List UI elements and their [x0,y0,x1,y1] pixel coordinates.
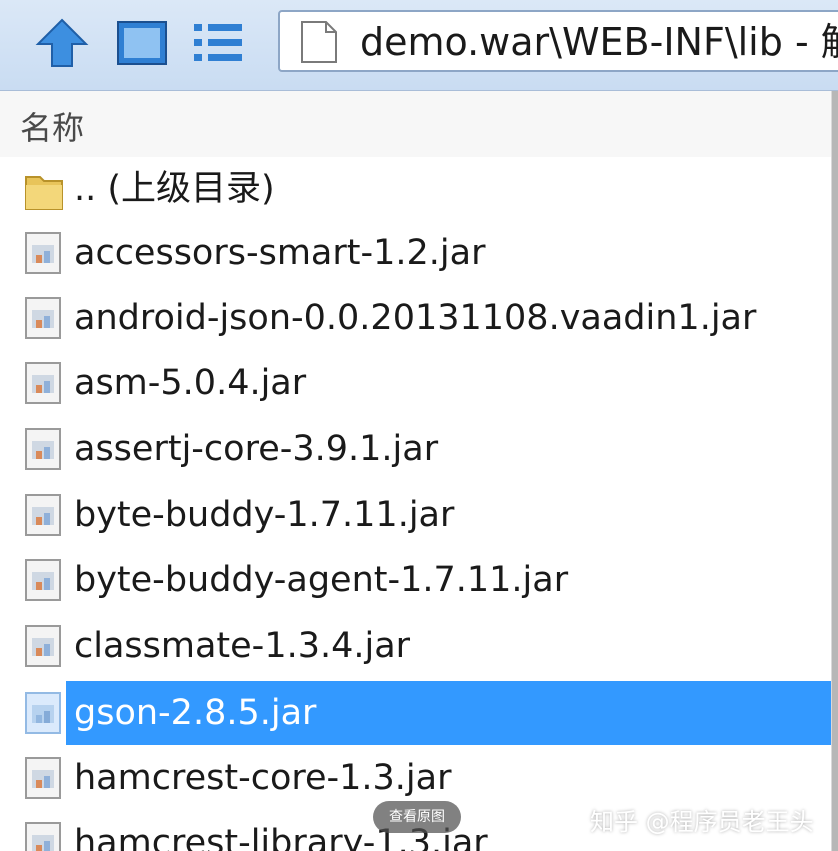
list-item-label: classmate-1.3.4.jar [74,626,411,666]
jar-file-icon [25,625,61,667]
window-view-icon[interactable] [112,14,172,72]
folder-icon [25,176,63,210]
jar-file-icon [25,692,61,734]
list-item-label: accessors-smart-1.2.jar [74,233,486,273]
jar-file-icon [25,559,61,601]
jar-file-icon [25,232,61,274]
list-view-icon[interactable] [188,14,248,72]
column-header-label: 名称 [20,109,85,147]
list-item-label: byte-buddy-1.7.11.jar [74,495,455,535]
jar-file-icon [25,362,61,404]
list-item-label: gson-2.8.5.jar [74,693,317,733]
list-item[interactable]: accessors-smart-1.2.jar [0,221,832,285]
toolbar: demo.war\WEB-INF\lib - 解 [0,0,838,91]
list-item-label: byte-buddy-agent-1.7.11.jar [74,560,569,600]
jar-file-icon [25,822,61,851]
list-item[interactable]: android-json-0.0.20131108.vaadin1.jar [0,286,832,350]
list-item[interactable]: assertj-core-3.9.1.jar [0,417,832,481]
jar-file-icon [25,428,61,470]
list-item-label: assertj-core-3.9.1.jar [74,429,439,469]
file-list: 名称 .. (上级目录) accessors-smart-1.2.jar and… [0,91,832,851]
document-icon [301,21,337,63]
list-item[interactable]: asm-5.0.4.jar [0,351,832,415]
list-item[interactable]: classmate-1.3.4.jar [0,614,832,678]
jar-file-icon [25,494,61,536]
up-arrow-icon[interactable] [32,14,92,72]
address-path: demo.war\WEB-INF\lib - 解 [360,20,838,64]
address-bar[interactable]: demo.war\WEB-INF\lib - 解 [278,10,838,72]
jar-file-icon [25,757,61,799]
watermark: 知乎 @程序员老王头 [590,808,814,836]
view-original-button[interactable]: 查看原图 [373,801,461,833]
list-item[interactable]: byte-buddy-agent-1.7.11.jar [0,548,832,612]
jar-file-icon [25,297,61,339]
list-item-parent[interactable]: .. (上级目录) [0,157,832,221]
list-item-label: hamcrest-core-1.3.jar [74,758,452,798]
scrollbar[interactable] [831,91,838,851]
list-item-label: asm-5.0.4.jar [74,363,307,403]
list-item-label: android-json-0.0.20131108.vaadin1.jar [74,298,757,338]
list-item-label: .. (上级目录) [74,169,275,209]
column-header-name[interactable]: 名称 [0,91,832,157]
list-item-selected[interactable]: gson-2.8.5.jar [0,681,832,745]
list-item[interactable]: byte-buddy-1.7.11.jar [0,483,832,547]
